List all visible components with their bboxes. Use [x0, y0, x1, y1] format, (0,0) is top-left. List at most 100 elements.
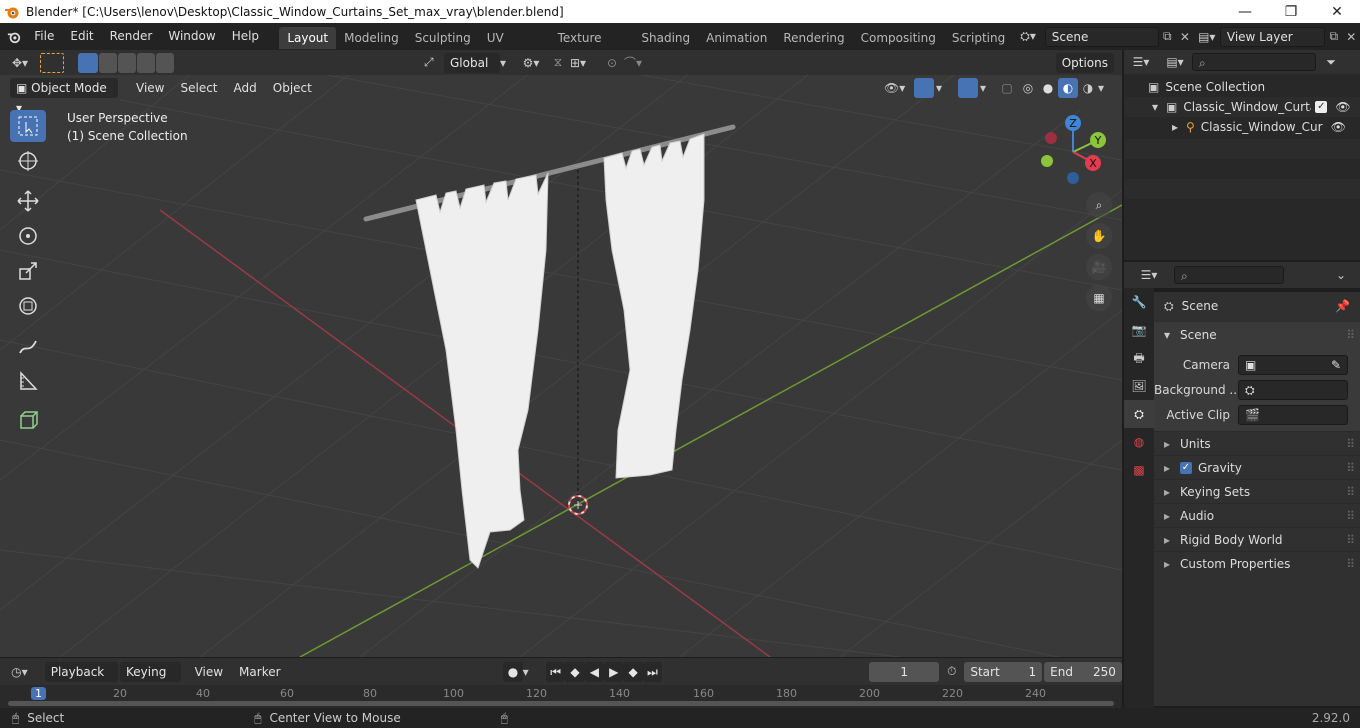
pivot-point-icon[interactable]: ⚙▾ — [516, 56, 546, 70]
section-custom-properties[interactable]: ▸ Custom Properties ⠿ — [1154, 551, 1360, 575]
keying-drag-handle-icon[interactable]: ⠿ — [1346, 485, 1355, 499]
camera-field[interactable]: ▣ ✎ — [1238, 354, 1348, 375]
remove-scene-icon[interactable]: ✕ — [1176, 30, 1194, 44]
tool-tab-icon[interactable]: 🔧 — [1124, 288, 1154, 316]
stopwatch-icon[interactable]: ⏱ — [939, 664, 964, 679]
select-mode-intersect-icon[interactable] — [156, 52, 174, 73]
section-audio[interactable]: ▸ Audio ⠿ — [1154, 503, 1360, 527]
view-layer-icon[interactable]: ▤▾ — [1194, 30, 1220, 44]
shading-material-icon[interactable]: ◐ — [1058, 78, 1078, 98]
gravity-drag-handle-icon[interactable]: ⠿ — [1346, 461, 1355, 475]
filter-icon[interactable]: ⏷ — [1316, 55, 1346, 70]
viewport-menu-add[interactable]: Add — [226, 78, 265, 98]
gravity-checkbox[interactable]: ✓ — [1180, 461, 1192, 474]
tool-select-box[interactable] — [10, 110, 46, 142]
background-field[interactable]: ⛭ — [1238, 379, 1348, 400]
pan-button[interactable]: ✋ — [1086, 223, 1112, 249]
jump-end-button[interactable]: ⏭ — [642, 661, 663, 682]
tab-compositing[interactable]: Compositing — [853, 27, 944, 49]
new-scene-icon[interactable]: ⧉ — [1159, 29, 1177, 44]
tab-rendering[interactable]: Rendering — [775, 27, 852, 49]
tab-animation[interactable]: Animation — [698, 27, 775, 49]
navigation-gizmo[interactable]: Z Y X — [1041, 115, 1106, 184]
tab-scripting[interactable]: Scripting — [944, 27, 1013, 49]
scene-icon[interactable]: ⛭▾ — [1020, 29, 1045, 44]
frame-indicator[interactable]: 1 — [31, 687, 46, 700]
perspective-toggle-button[interactable]: ▦ — [1086, 285, 1112, 311]
shading-wireframe-icon[interactable]: ◎ — [1018, 81, 1038, 95]
section-keying-sets[interactable]: ▸ Keying Sets ⠿ — [1154, 479, 1360, 503]
active-clip-field[interactable]: 🎬 — [1238, 404, 1348, 425]
scene-tab-icon[interactable]: ⛭ — [1124, 400, 1154, 428]
tab-uv-editing[interactable]: UV Editing — [479, 27, 550, 67]
options-dropdown[interactable]: Options — [1055, 52, 1114, 73]
tool-rotate[interactable] — [10, 220, 46, 252]
tab-layout[interactable]: Layout — [279, 27, 337, 49]
camera-view-button[interactable]: 🎥 — [1086, 254, 1112, 280]
xray-icon[interactable]: ▢ — [996, 81, 1018, 95]
playback-menu[interactable]: Playback ▾ — [44, 661, 119, 699]
section-rigid-body-world[interactable]: ▸ Rigid Body World ⠿ — [1154, 527, 1360, 551]
tool-transform[interactable] — [10, 290, 46, 322]
properties-editor-icon[interactable]: ☰▾ — [1124, 268, 1174, 282]
viewport-menu-view[interactable]: View — [128, 78, 172, 98]
jump-keyframe-forward-button[interactable]: ◆ — [623, 661, 643, 682]
current-frame-field[interactable]: 1 — [869, 661, 940, 682]
tool-annotate[interactable] — [10, 330, 46, 362]
tab-shading[interactable]: Shading — [633, 27, 698, 49]
select-mode-invert-icon[interactable] — [137, 52, 155, 73]
timeline-scrollbar[interactable] — [8, 701, 1114, 706]
blender-menu-icon[interactable] — [0, 27, 26, 47]
scene-selector[interactable]: Scene — [1044, 26, 1159, 47]
texture-tab-icon[interactable]: ▩ — [1124, 456, 1154, 484]
tool-add-cube[interactable] — [10, 405, 46, 437]
section-units[interactable]: ▸ Units ⠿ — [1154, 431, 1360, 455]
close-window-button[interactable]: ✕ — [1314, 0, 1360, 23]
select-mode-new-icon[interactable] — [78, 52, 98, 73]
tab-texture-paint[interactable]: Texture Paint — [550, 27, 634, 67]
exclude-checkbox[interactable]: ✓ — [1315, 101, 1328, 113]
minimize-button[interactable]: — — [1222, 0, 1268, 23]
section-gravity[interactable]: ▸ ✓ Gravity ⠿ — [1154, 455, 1360, 479]
tab-sculpting[interactable]: Sculpting — [407, 27, 479, 49]
mode-selector[interactable]: ▣ Object Mode ▾ — [10, 78, 118, 115]
eyedropper-icon[interactable]: ✎ — [1331, 356, 1341, 374]
properties-search-input[interactable]: ⌕ — [1174, 266, 1284, 284]
select-mode-extend-icon[interactable] — [99, 52, 117, 73]
snap-target-icon[interactable]: ⊞▾ — [570, 56, 600, 70]
viewport-menu-object[interactable]: Object — [265, 78, 320, 98]
timeline-ruler[interactable]: 1 20 40 60 80 100 120 140 160 180 200 22… — [0, 685, 1122, 708]
expand-chevron-icon[interactable]: ▾ — [1152, 100, 1166, 114]
menu-help[interactable]: Help — [224, 23, 267, 50]
panel-drag-handle-icon[interactable]: ⠿ — [1346, 328, 1355, 342]
visibility-icon[interactable]: 👁▾ — [884, 81, 914, 95]
select-tool-icon[interactable] — [40, 52, 64, 73]
tool-cursor[interactable] — [10, 145, 46, 177]
maximize-button[interactable]: ❐ — [1268, 0, 1314, 23]
tab-modeling[interactable]: Modeling — [336, 27, 407, 49]
shading-solid-icon[interactable]: ● — [1038, 81, 1058, 95]
rigid-drag-handle-icon[interactable]: ⠿ — [1346, 533, 1355, 547]
overlay-chevron-icon[interactable]: ▾ — [980, 81, 996, 95]
play-reverse-button[interactable]: ◀ — [584, 661, 605, 682]
view-layer-selector[interactable]: View Layer — [1219, 26, 1325, 47]
gizmo-toggle-icon[interactable] — [914, 78, 934, 98]
remove-view-layer-icon[interactable]: ✕ — [1342, 30, 1360, 44]
scene-panel-header[interactable]: ▾ Scene ⠿ — [1154, 322, 1360, 348]
properties-options-chevron-icon[interactable]: ⌄ — [1336, 268, 1360, 282]
transform-orientation-dropdown[interactable]: Global — [444, 52, 500, 73]
custom-drag-handle-icon[interactable]: ⠿ — [1346, 557, 1355, 571]
audio-drag-handle-icon[interactable]: ⠿ — [1346, 509, 1355, 523]
timeline-editor-icon[interactable]: ◷▾ — [0, 665, 39, 679]
jump-start-button[interactable]: ⏮ — [546, 661, 566, 682]
pin-icon[interactable]: 📌 — [1335, 299, 1350, 313]
zoom-button[interactable]: ⌕ — [1086, 192, 1112, 218]
output-tab-icon[interactable]: 🖶 — [1124, 344, 1154, 372]
visibility-eye-icon[interactable]: 👁 — [1335, 100, 1350, 114]
jump-keyframe-back-button[interactable]: ◆ — [565, 661, 585, 682]
outliner-search-input[interactable]: ⌕ — [1192, 53, 1316, 71]
select-mode-subtract-icon[interactable] — [118, 52, 136, 73]
auto-key-button[interactable]: ● — [503, 661, 523, 682]
world-tab-icon[interactable]: ◍ — [1124, 428, 1154, 456]
new-view-layer-icon[interactable]: ⧉ — [1325, 29, 1343, 44]
